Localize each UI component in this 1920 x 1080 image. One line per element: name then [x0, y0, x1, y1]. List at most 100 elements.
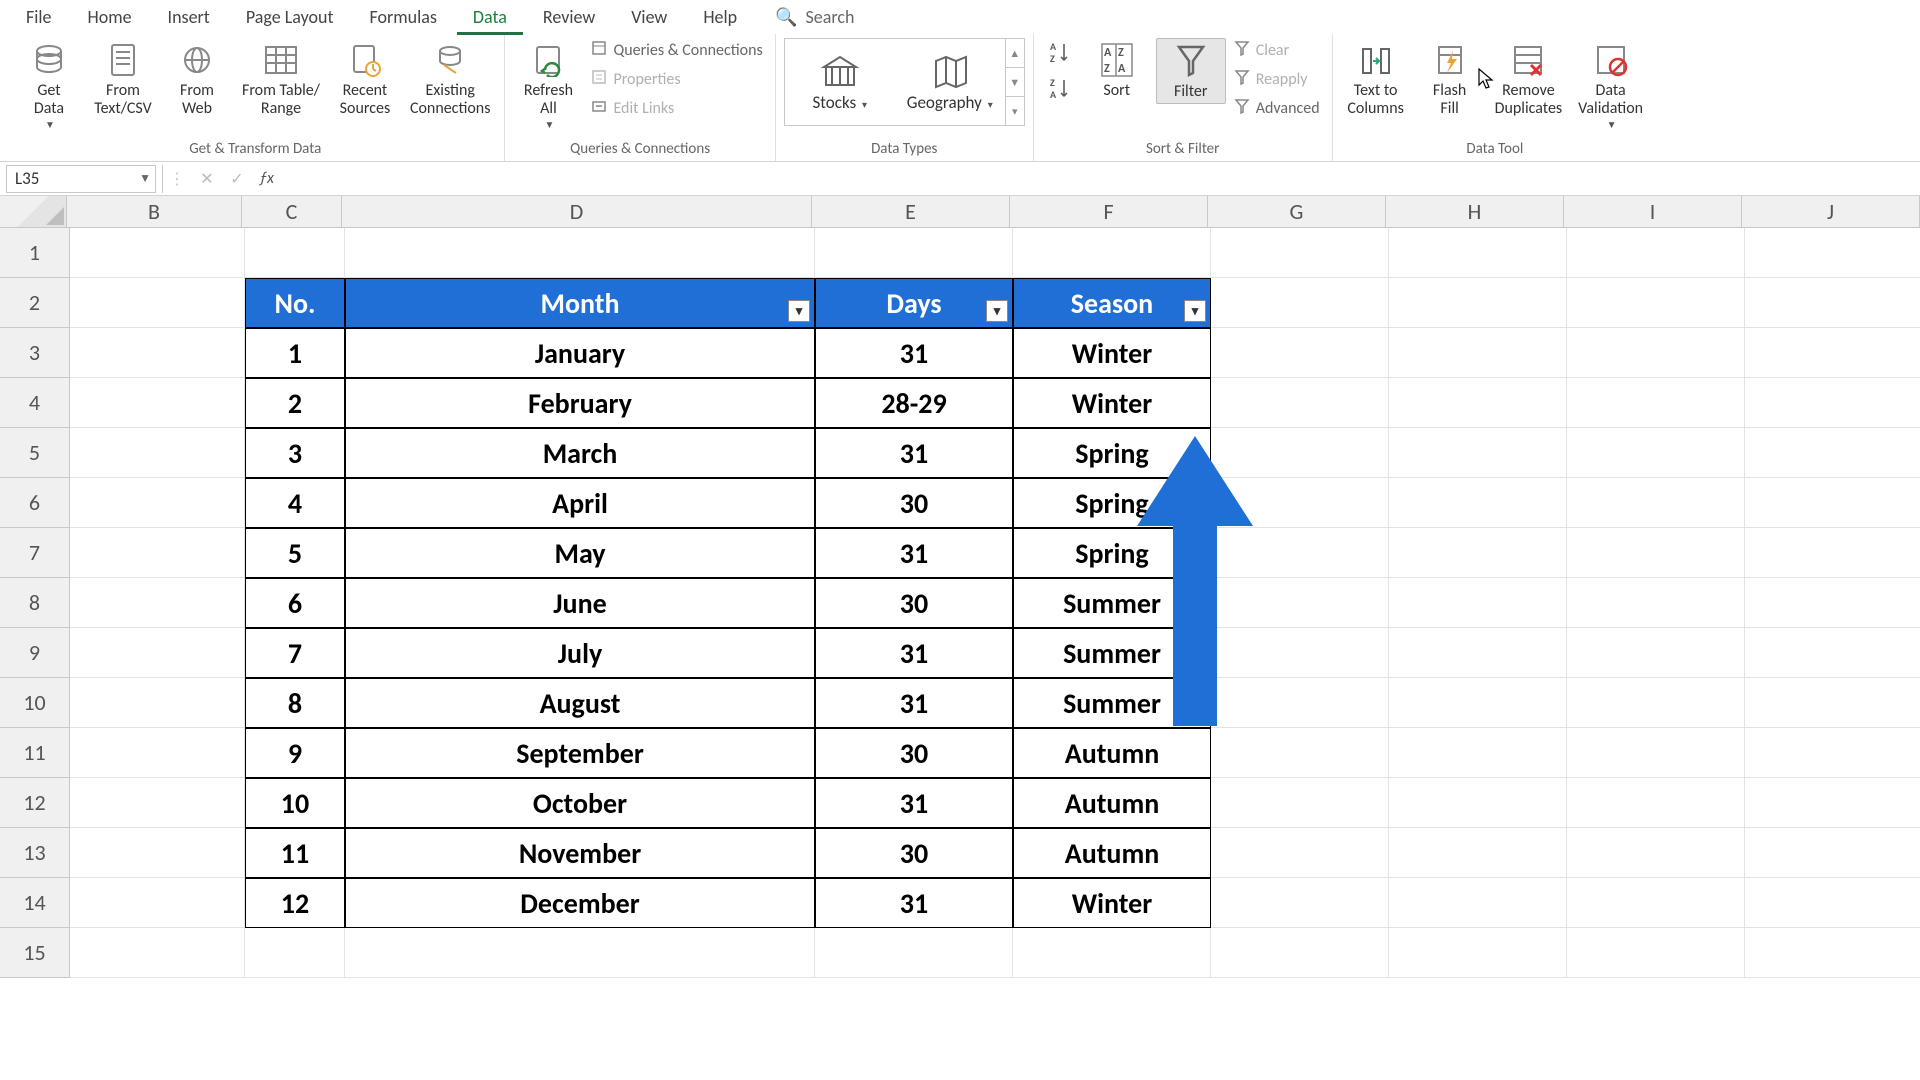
- filter-dropdown-month[interactable]: [788, 300, 810, 322]
- filter-dropdown-days[interactable]: [986, 300, 1008, 322]
- recent-sources-button[interactable]: RecentSources: [330, 38, 400, 121]
- cell-B7[interactable]: [70, 528, 245, 578]
- table-cell[interactable]: 30: [815, 478, 1013, 528]
- cell-I9[interactable]: [1567, 628, 1745, 678]
- tab-home[interactable]: Home: [70, 1, 150, 33]
- select-all-corner[interactable]: [0, 196, 67, 228]
- cell-H4[interactable]: [1389, 378, 1567, 428]
- cell-I11[interactable]: [1567, 728, 1745, 778]
- from-web-button[interactable]: FromWeb: [162, 38, 232, 121]
- row-header-5[interactable]: 5: [0, 428, 70, 478]
- name-box-dropdown-icon[interactable]: ▼: [139, 171, 151, 186]
- table-cell[interactable]: 2: [245, 378, 345, 428]
- column-header-I[interactable]: I: [1564, 196, 1742, 228]
- row-header-7[interactable]: 7: [0, 528, 70, 578]
- formula-input[interactable]: [282, 165, 1920, 193]
- table-cell[interactable]: June: [345, 578, 815, 628]
- flash-fill-button[interactable]: FlashFill: [1415, 38, 1485, 121]
- table-cell[interactable]: April: [345, 478, 815, 528]
- table-cell[interactable]: 31: [815, 778, 1013, 828]
- table-cell[interactable]: Autumn: [1013, 728, 1211, 778]
- row-header-12[interactable]: 12: [0, 778, 70, 828]
- cells[interactable]: No.MonthDaysSeason1January31Winter2Febru…: [70, 228, 1920, 978]
- tab-review[interactable]: Review: [525, 1, 613, 33]
- cell-B15[interactable]: [70, 928, 245, 978]
- filter-dropdown-season[interactable]: [1184, 300, 1206, 322]
- cell-H8[interactable]: [1389, 578, 1567, 628]
- cell-I3[interactable]: [1567, 328, 1745, 378]
- cell-D1[interactable]: [345, 228, 815, 278]
- cell-B10[interactable]: [70, 678, 245, 728]
- table-cell[interactable]: 11: [245, 828, 345, 878]
- table-header-days[interactable]: Days: [815, 278, 1013, 328]
- text-to-columns-button[interactable]: Text toColumns: [1341, 38, 1411, 121]
- column-header-H[interactable]: H: [1386, 196, 1564, 228]
- table-cell[interactable]: 1: [245, 328, 345, 378]
- row-header-6[interactable]: 6: [0, 478, 70, 528]
- row-header-3[interactable]: 3: [0, 328, 70, 378]
- cell-I13[interactable]: [1567, 828, 1745, 878]
- cell-E1[interactable]: [815, 228, 1013, 278]
- cell-J11[interactable]: [1745, 728, 1920, 778]
- cell-B14[interactable]: [70, 878, 245, 928]
- cell-C1[interactable]: [245, 228, 345, 278]
- table-cell[interactable]: September: [345, 728, 815, 778]
- enter-icon[interactable]: ✓: [227, 169, 247, 189]
- remove-duplicates-button[interactable]: RemoveDuplicates: [1489, 38, 1569, 121]
- row-header-9[interactable]: 9: [0, 628, 70, 678]
- table-cell[interactable]: 5: [245, 528, 345, 578]
- cell-B8[interactable]: [70, 578, 245, 628]
- cell-B13[interactable]: [70, 828, 245, 878]
- cell-H13[interactable]: [1389, 828, 1567, 878]
- refresh-all-button[interactable]: RefreshAll▼: [513, 38, 583, 132]
- table-cell[interactable]: Winter: [1013, 328, 1211, 378]
- row-header-13[interactable]: 13: [0, 828, 70, 878]
- table-cell[interactable]: July: [345, 628, 815, 678]
- formula-dots-icon[interactable]: ⋮: [167, 169, 187, 189]
- cell-I15[interactable]: [1567, 928, 1745, 978]
- stocks-button[interactable]: Stocks ▾: [785, 39, 895, 125]
- table-cell[interactable]: 8: [245, 678, 345, 728]
- row-header-10[interactable]: 10: [0, 678, 70, 728]
- fx-icon[interactable]: ƒx: [251, 169, 282, 188]
- cell-F1[interactable]: [1013, 228, 1211, 278]
- geography-button[interactable]: Geography ▾: [895, 39, 1005, 125]
- table-cell[interactable]: 31: [815, 678, 1013, 728]
- cell-B2[interactable]: [70, 278, 245, 328]
- column-header-J[interactable]: J: [1742, 196, 1920, 228]
- cell-I5[interactable]: [1567, 428, 1745, 478]
- table-cell[interactable]: 30: [815, 828, 1013, 878]
- cell-I7[interactable]: [1567, 528, 1745, 578]
- cell-I10[interactable]: [1567, 678, 1745, 728]
- row-header-4[interactable]: 4: [0, 378, 70, 428]
- table-cell[interactable]: May: [345, 528, 815, 578]
- cell-H14[interactable]: [1389, 878, 1567, 928]
- cell-G11[interactable]: [1211, 728, 1389, 778]
- table-cell[interactable]: 31: [815, 428, 1013, 478]
- row-header-11[interactable]: 11: [0, 728, 70, 778]
- cell-J8[interactable]: [1745, 578, 1920, 628]
- cell-H7[interactable]: [1389, 528, 1567, 578]
- cell-I6[interactable]: [1567, 478, 1745, 528]
- data-validation-button[interactable]: DataValidation▼: [1572, 38, 1649, 132]
- cell-H10[interactable]: [1389, 678, 1567, 728]
- get-data-button[interactable]: GetData▼: [14, 38, 84, 132]
- cell-B12[interactable]: [70, 778, 245, 828]
- cell-E15[interactable]: [815, 928, 1013, 978]
- gallery-scroll-2[interactable]: ▾: [1006, 97, 1024, 125]
- cell-H2[interactable]: [1389, 278, 1567, 328]
- column-header-B[interactable]: B: [67, 196, 242, 228]
- cell-J5[interactable]: [1745, 428, 1920, 478]
- gallery-scroll-1[interactable]: ▼: [1006, 68, 1024, 97]
- table-cell[interactable]: August: [345, 678, 815, 728]
- row-header-8[interactable]: 8: [0, 578, 70, 628]
- tab-data[interactable]: Data: [455, 1, 525, 33]
- cell-B9[interactable]: [70, 628, 245, 678]
- table-header-month[interactable]: Month: [345, 278, 815, 328]
- tab-view[interactable]: View: [613, 1, 685, 33]
- tab-help[interactable]: Help: [685, 1, 755, 33]
- table-cell[interactable]: 6: [245, 578, 345, 628]
- from-table-range-button[interactable]: From Table/Range: [236, 38, 326, 121]
- cell-H9[interactable]: [1389, 628, 1567, 678]
- row-header-14[interactable]: 14: [0, 878, 70, 928]
